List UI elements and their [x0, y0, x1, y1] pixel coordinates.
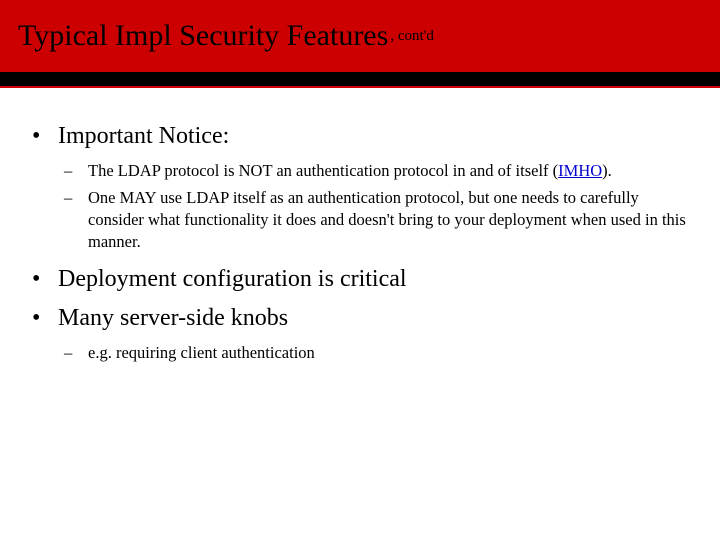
imho-link[interactable]: IMHO	[558, 161, 602, 180]
bullet-deployment-config: Deployment configuration is critical	[28, 263, 692, 295]
sub-bullet-text-a: The LDAP protocol is NOT an authenticati…	[88, 161, 558, 180]
sub-bullet-ldap-may-use: One MAY use LDAP itself as an authentica…	[58, 187, 692, 254]
sub-bullet-text: One MAY use LDAP itself as an authentica…	[88, 188, 686, 252]
bullet-text: Many server-side knobs	[58, 305, 288, 331]
title-bar: Typical Impl Security Features, cont'd	[0, 0, 720, 88]
sub-bullet-ldap-not-auth: The LDAP protocol is NOT an authenticati…	[58, 160, 692, 182]
sub-bullet-text-b: ).	[602, 161, 612, 180]
bullet-text: Deployment configuration is critical	[58, 266, 407, 292]
bullet-server-knobs: Many server-side knobs e.g. requiring cl…	[28, 302, 692, 365]
sub-bullet-text: e.g. requiring client authentication	[88, 343, 315, 362]
slide-title-cont: , cont'd	[390, 28, 434, 45]
slide-title: Typical Impl Security Features	[18, 19, 388, 53]
title-area: Typical Impl Security Features, cont'd	[0, 0, 720, 72]
slide-body: Important Notice: The LDAP protocol is N…	[0, 88, 720, 365]
sub-bullet-client-auth: e.g. requiring client authentication	[58, 342, 692, 364]
bullet-text: Important Notice:	[58, 123, 229, 149]
bullet-important-notice: Important Notice: The LDAP protocol is N…	[28, 120, 692, 253]
